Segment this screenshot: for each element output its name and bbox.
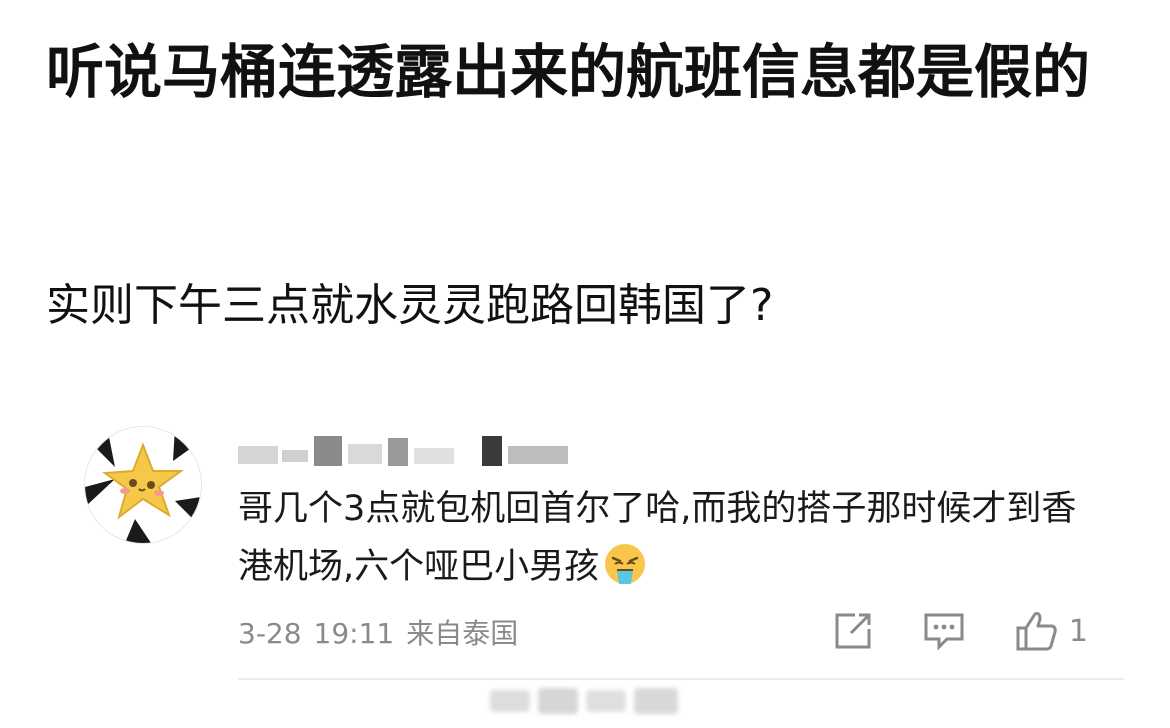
- comment-text: 哥几个3点就包机回首尔了哈,而我的搭子那时候才到香港机场,六个哑巴小男孩: [238, 480, 1098, 596]
- comment-meta: 3-28 19:11 来自泰国: [238, 616, 530, 652]
- comment-actions: 1: [783, 610, 1088, 652]
- watermark: [490, 684, 690, 718]
- share-button[interactable]: [833, 611, 873, 651]
- post-page: 听说马桶连透露出来的航班信息都是假的 实则下午三点就水灵灵跑路回韩国了? 哥几个…: [0, 0, 1170, 728]
- comment-date: 3-28: [238, 617, 302, 650]
- vomit-face-emoji-icon: [603, 542, 647, 586]
- comment-text-content: 哥几个3点就包机回首尔了哈,而我的搭子那时候才到香港机场,六个哑巴小男孩: [238, 489, 1077, 587]
- like-button[interactable]: 1: [1015, 610, 1088, 652]
- share-icon: [835, 613, 871, 649]
- divider: [238, 678, 1124, 680]
- like-count: 1: [1068, 613, 1088, 649]
- comment-source: 来自泰国: [406, 617, 519, 650]
- comment-button[interactable]: [923, 611, 965, 651]
- comment-icon: [924, 613, 964, 651]
- comment-card: 哥几个3点就包机回首尔了哈,而我的搭子那时候才到香港机场,六个哑巴小男孩 3-2…: [84, 420, 1124, 710]
- redacted-username: [238, 436, 568, 466]
- comment-time: 19:11: [313, 617, 395, 650]
- comment-username[interactable]: [238, 436, 598, 468]
- star-avatar-icon: [85, 427, 201, 543]
- avatar[interactable]: [84, 426, 202, 544]
- post-body: 实则下午三点就水灵灵跑路回韩国了?: [46, 280, 774, 331]
- like-icon: [1016, 612, 1057, 651]
- post-title: 听说马桶连透露出来的航班信息都是假的: [46, 38, 1091, 106]
